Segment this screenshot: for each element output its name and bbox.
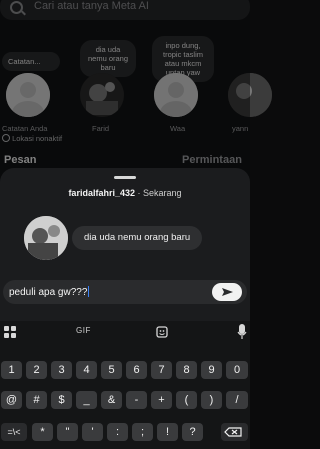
avatar[interactable] <box>80 73 124 117</box>
key-3[interactable]: 3 <box>51 361 72 379</box>
note-name-farid: Farid <box>92 124 110 133</box>
keyboard: GIF 1 2 3 4 5 6 7 8 9 0 @ # $ _ & - + ( … <box>0 321 250 449</box>
note-time: Sekarang <box>143 188 182 198</box>
key-underscore[interactable]: _ <box>76 391 97 409</box>
note-text-bubble: dia uda nemu orang baru <box>72 226 203 250</box>
key-paren-close[interactable]: ) <box>201 391 222 409</box>
avatar[interactable] <box>154 73 198 117</box>
note-bubble-own[interactable]: Catatan... <box>2 52 60 71</box>
key-slash[interactable]: / <box>226 391 248 409</box>
key-asterisk[interactable]: * <box>32 423 53 441</box>
note-name-own: Catatan Anda <box>2 124 48 133</box>
tab-requests[interactable]: Permintaan <box>182 154 242 166</box>
key-more-symbols[interactable]: =\< <box>1 423 27 441</box>
avatar[interactable] <box>228 73 272 117</box>
location-icon <box>2 134 10 142</box>
key-7[interactable]: 7 <box>151 361 172 379</box>
key-apostrophe[interactable]: ' <box>82 423 103 441</box>
note-name-waa: Waa <box>170 124 186 133</box>
key-5[interactable]: 5 <box>101 361 122 379</box>
key-at[interactable]: @ <box>1 391 22 409</box>
key-9[interactable]: 9 <box>201 361 222 379</box>
key-6[interactable]: 6 <box>126 361 147 379</box>
key-colon[interactable]: : <box>107 423 128 441</box>
key-0[interactable]: 0 <box>226 361 248 379</box>
reply-value: peduli apa gw??? <box>9 287 88 298</box>
key-dollar[interactable]: $ <box>51 391 72 409</box>
note-username[interactable]: faridalfahri_432 <box>68 188 135 198</box>
gif-button[interactable]: GIF <box>76 326 91 335</box>
inbox-background: Cari atau tanya Meta AI Catatan... Catat… <box>0 0 272 190</box>
key-quote[interactable]: " <box>57 423 78 441</box>
key-1[interactable]: 1 <box>1 361 22 379</box>
note-bubble-farid[interactable]: dia uda nemu orang baru <box>80 40 136 77</box>
backspace-icon <box>224 427 242 437</box>
meta-separator: · <box>137 188 141 198</box>
note-meta: faridalfahri_432 · Sekarang <box>0 188 250 198</box>
keyboard-toolbar: GIF <box>0 321 250 343</box>
key-ampersand[interactable]: & <box>101 391 122 409</box>
key-semicolon[interactable]: ; <box>132 423 153 441</box>
key-paren-open[interactable]: ( <box>176 391 197 409</box>
microphone-icon[interactable] <box>237 324 247 340</box>
location-status: Lokasi nonaktif <box>2 134 62 143</box>
apps-grid-icon[interactable] <box>4 326 16 338</box>
search-icon <box>10 1 23 14</box>
location-status-text: Lokasi nonaktif <box>12 134 63 143</box>
avatar[interactable] <box>6 73 50 117</box>
sticker-icon[interactable] <box>156 326 168 338</box>
search-bar[interactable]: Cari atau tanya Meta AI <box>0 0 250 20</box>
send-icon <box>222 288 233 296</box>
key-4[interactable]: 4 <box>76 361 97 379</box>
key-8[interactable]: 8 <box>176 361 197 379</box>
key-plus[interactable]: + <box>151 391 172 409</box>
avatar[interactable] <box>24 216 68 260</box>
key-question[interactable]: ? <box>182 423 203 441</box>
search-placeholder: Cari atau tanya Meta AI <box>34 0 149 12</box>
key-2[interactable]: 2 <box>26 361 47 379</box>
reply-input[interactable]: peduli apa gw??? <box>3 280 247 304</box>
drag-handle[interactable] <box>114 176 136 179</box>
send-button[interactable] <box>212 283 242 301</box>
reply-input-text[interactable]: peduli apa gw??? <box>9 286 90 298</box>
backspace-key[interactable] <box>221 423 248 441</box>
text-caret <box>88 286 90 297</box>
key-hash[interactable]: # <box>26 391 47 409</box>
key-exclamation[interactable]: ! <box>157 423 178 441</box>
note-reply-sheet: faridalfahri_432 · Sekarang dia uda nemu… <box>0 168 250 321</box>
note-name-yann: yann <box>232 124 249 133</box>
key-minus[interactable]: - <box>126 391 147 409</box>
tab-messages[interactable]: Pesan <box>4 154 36 166</box>
